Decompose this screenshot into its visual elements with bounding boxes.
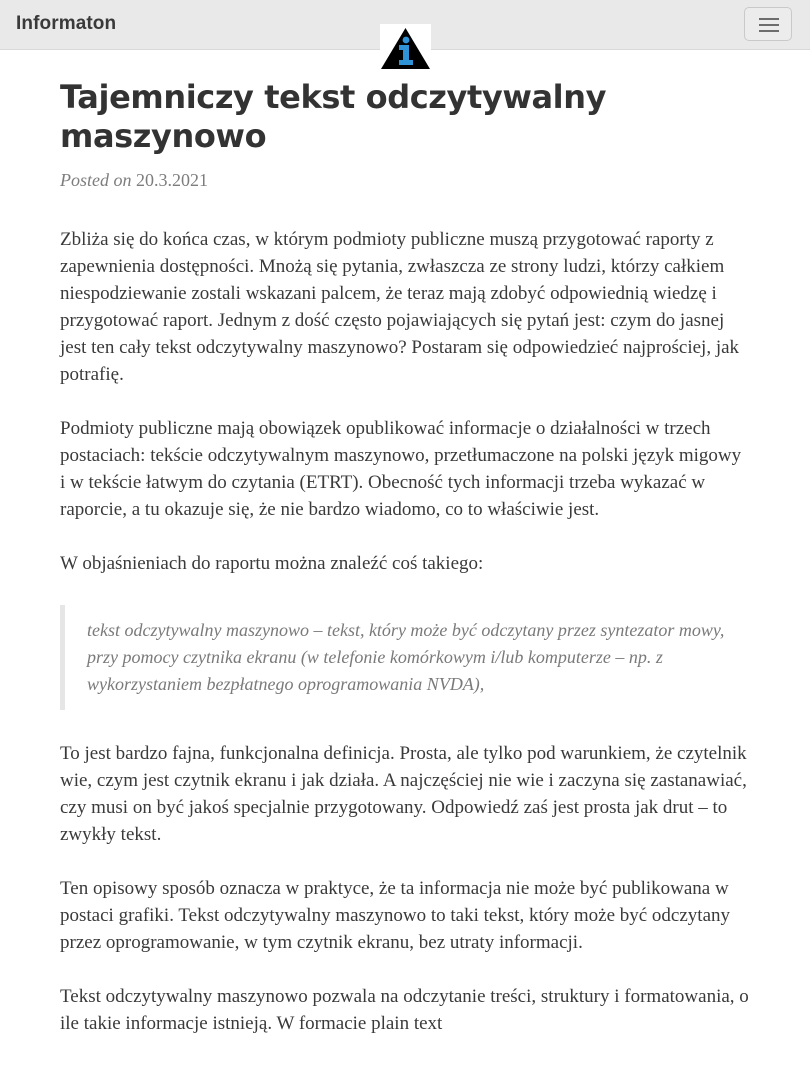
paragraph: Ten opisowy sposób oznacza w praktyce, ż… — [60, 878, 731, 953]
article: Tajemniczy tekst odczytywalny maszynowo … — [60, 78, 750, 1037]
paragraph: Zbliża się do końca czas, w którym podmi… — [60, 229, 740, 385]
paragraph: Podmioty publiczne mają obowiązek opubli… — [60, 418, 742, 520]
post-date: 20.3.2021 — [136, 170, 208, 190]
post-meta: Posted on 20.3.2021 — [60, 170, 750, 191]
info-i-triangle-logo-icon — [381, 28, 430, 69]
posted-label: Posted on — [60, 170, 132, 190]
paragraph: W objaśnieniach do raportu można znaleźć… — [60, 553, 484, 574]
article-title: Tajemniczy tekst odczytywalny maszynowo — [60, 78, 607, 155]
definition-quote: tekst odczytywalny maszynowo – tekst, kt… — [60, 605, 750, 710]
brand-link[interactable]: Informaton — [16, 13, 116, 35]
paragraph: Tekst odczytywalny maszynowo pozwala na … — [60, 986, 749, 1034]
hamburger-menu-icon — [759, 18, 779, 20]
quote-text: tekst odczytywalny maszynowo – tekst, kt… — [87, 620, 725, 694]
hamburger-menu-icon-line — [759, 24, 779, 26]
paragraph: To jest bardzo fajna, funkcjonalna defin… — [60, 743, 747, 845]
menu-toggle-button[interactable] — [744, 7, 792, 41]
site-logo[interactable] — [380, 24, 431, 71]
hamburger-menu-icon-line — [759, 30, 779, 32]
